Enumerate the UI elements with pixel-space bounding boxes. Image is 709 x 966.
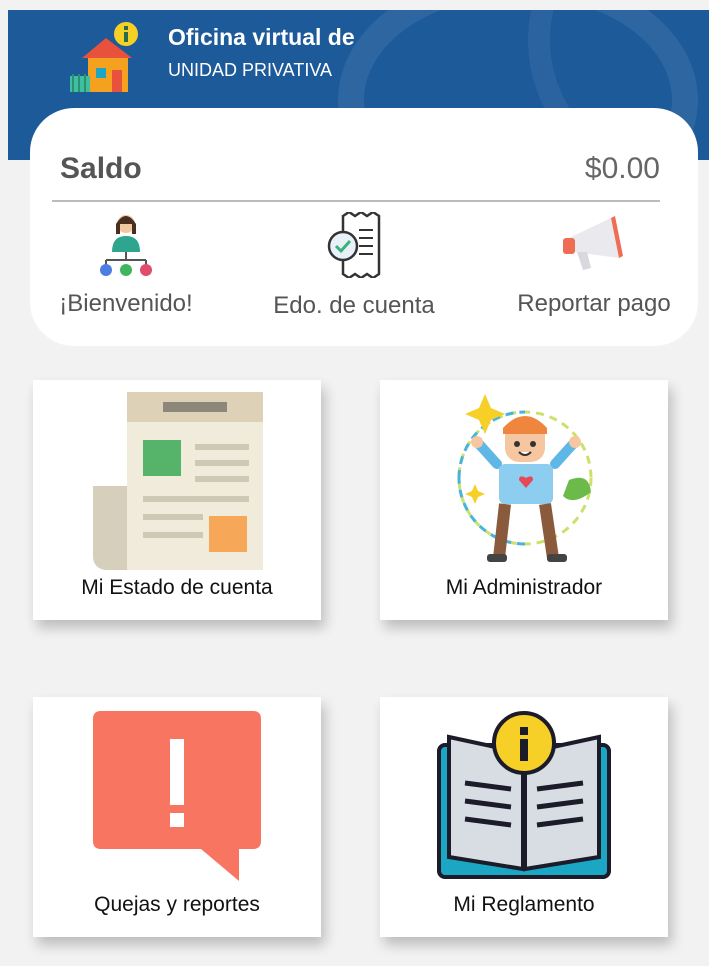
- report-payment-button[interactable]: Reportar pago: [494, 212, 694, 318]
- alert-speech-bubble-icon: [93, 711, 261, 881]
- house-info-icon: [70, 22, 138, 92]
- tile-label: Quejas y reportes: [94, 893, 260, 916]
- account-statement-button[interactable]: Edo. de cuenta: [254, 212, 454, 320]
- tile-complaints[interactable]: Quejas y reportes: [33, 697, 321, 937]
- welcome-network-icon: [100, 215, 152, 276]
- header-title: Oficina virtual de: [168, 24, 355, 50]
- welcome-button[interactable]: ¡Bienvenido!: [26, 212, 226, 318]
- balance-card: Saldo $0.00 ¡Bienvenido! Edo. de cuenta …: [30, 108, 698, 346]
- info-book-icon: [437, 711, 611, 879]
- header-subtitle: UNIDAD PRIVATIVA: [168, 60, 333, 80]
- report-payment-label: Reportar pago: [517, 290, 671, 317]
- account-statement-label: Edo. de cuenta: [273, 292, 435, 319]
- newspaper-icon: [93, 392, 263, 570]
- tile-administrator[interactable]: Mi Administrador: [380, 380, 668, 620]
- tile-account-statement[interactable]: Mi Estado de cuenta: [33, 380, 321, 620]
- tile-label: Mi Reglamento: [453, 893, 595, 916]
- balance-divider: [52, 200, 660, 202]
- tile-regulations[interactable]: Mi Reglamento: [380, 697, 668, 937]
- welcome-label: ¡Bienvenido!: [59, 290, 193, 317]
- receipt-check-icon: [327, 212, 381, 278]
- megaphone-icon: [563, 216, 623, 270]
- tile-label: Mi Estado de cuenta: [81, 576, 273, 599]
- balance-value: $0.00: [584, 152, 660, 185]
- happy-person-icon: [457, 394, 593, 562]
- tile-label: Mi Administrador: [445, 576, 603, 599]
- balance-label: Saldo: [60, 152, 142, 185]
